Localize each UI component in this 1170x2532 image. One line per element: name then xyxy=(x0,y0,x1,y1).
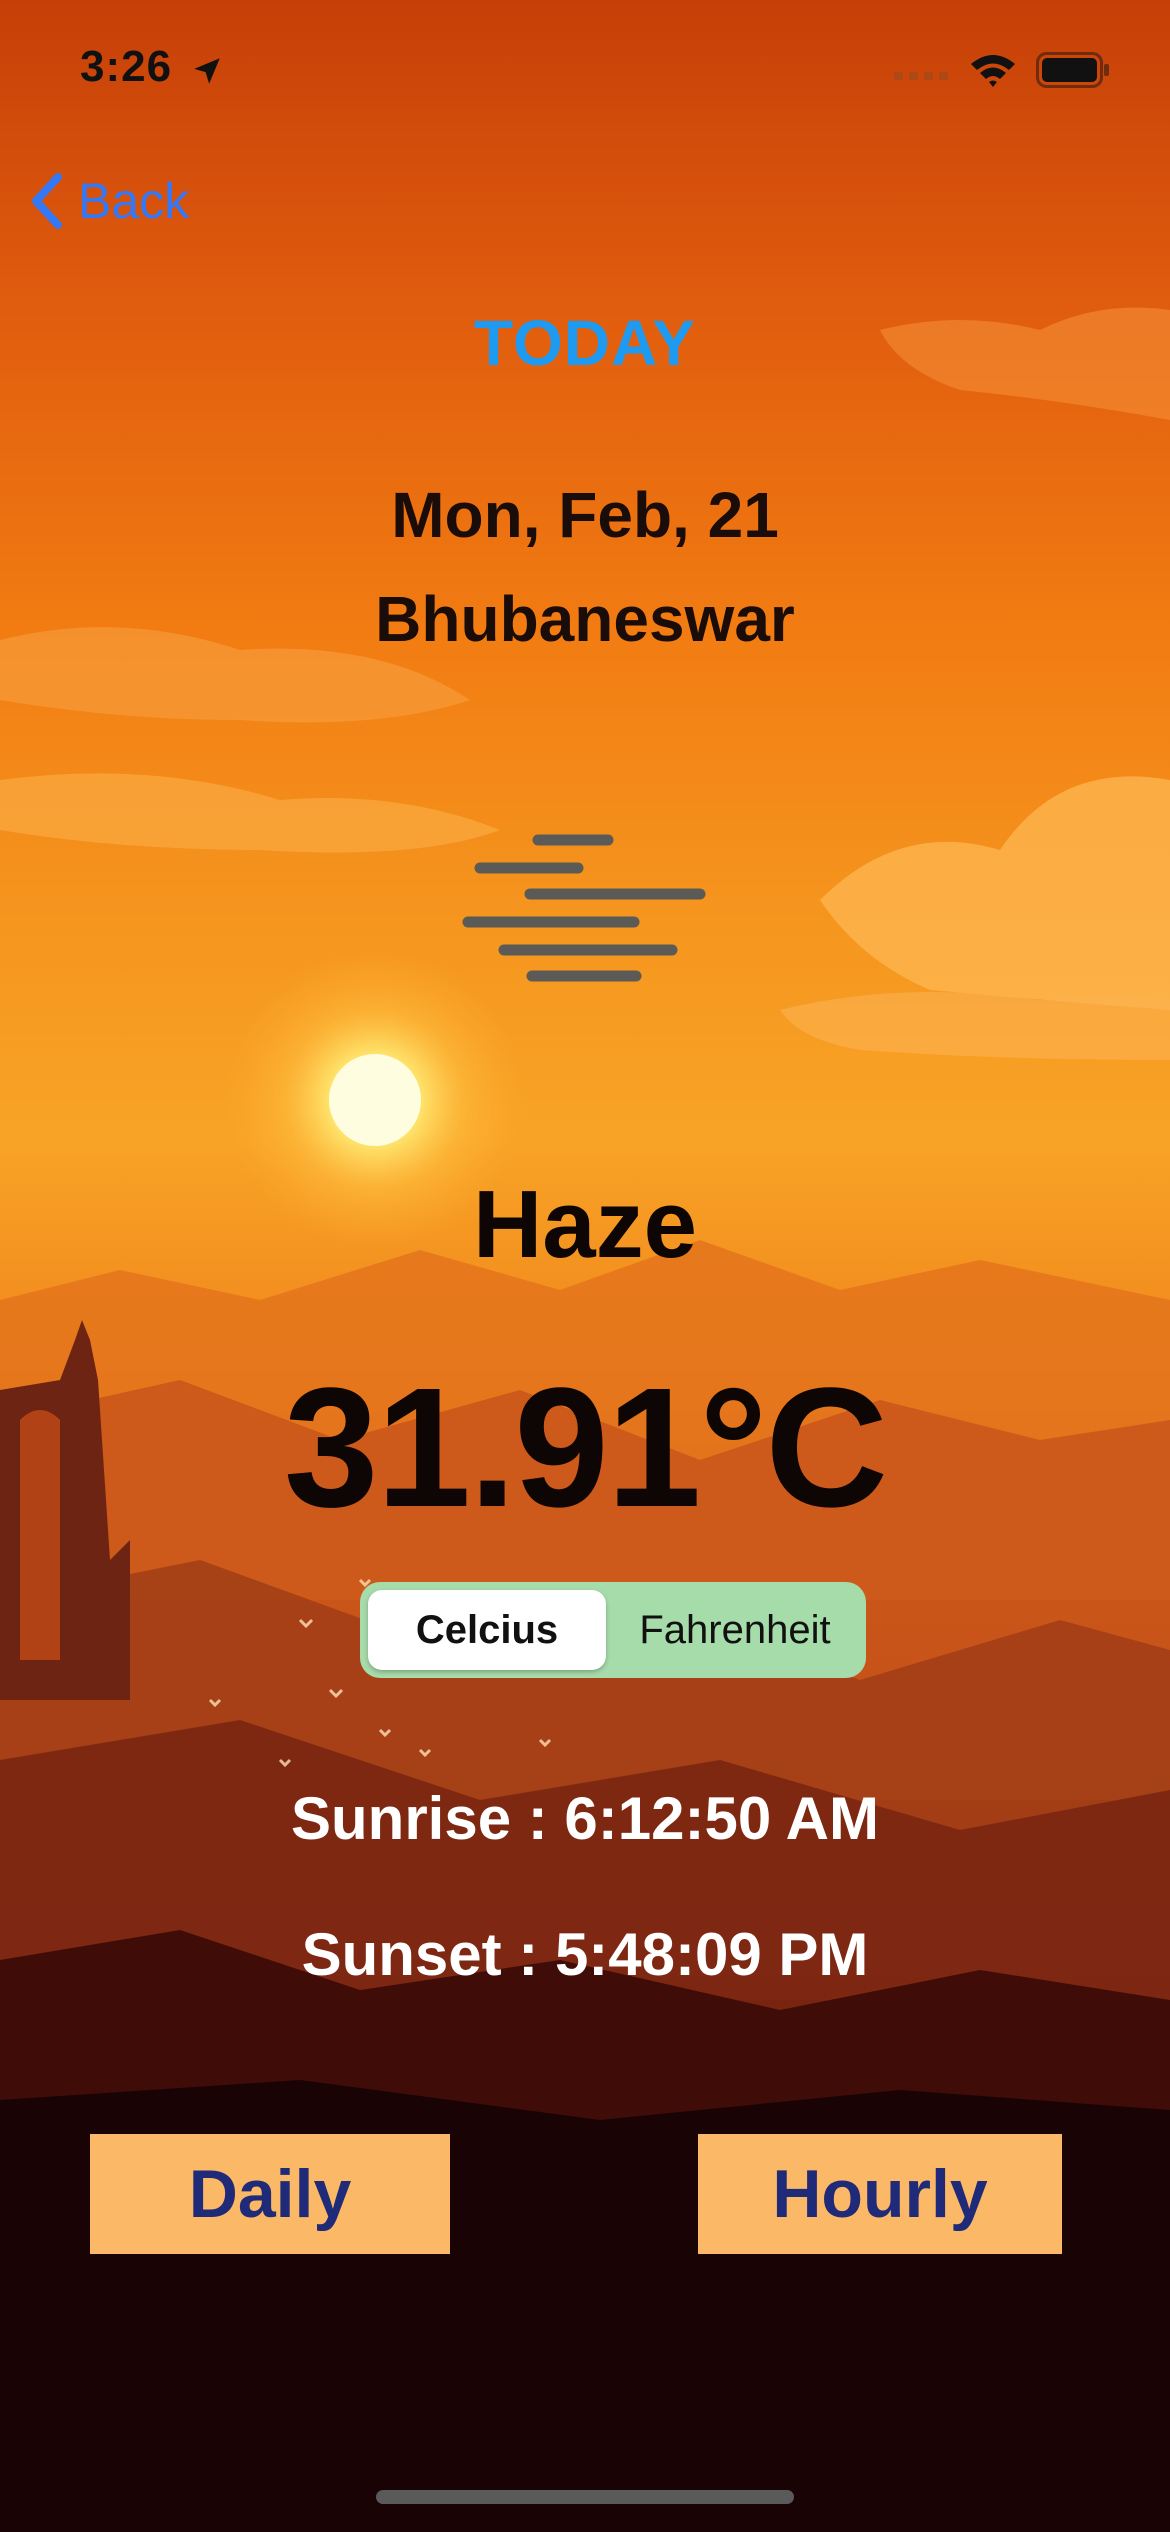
daily-button[interactable]: Daily xyxy=(90,2134,450,2254)
chevron-left-icon xyxy=(32,173,62,229)
city-label: Bhubaneswar xyxy=(375,583,795,655)
sunrise-time: Sunrise : 6:12:50 AM xyxy=(291,1785,879,1852)
haze-icon xyxy=(462,834,706,982)
unit-segmented-control: Celcius Fahrenheit xyxy=(360,1582,866,1678)
weather-condition: Haze xyxy=(472,1171,698,1278)
date-label: Mon, Feb, 21 xyxy=(391,479,779,551)
location-arrow-icon xyxy=(194,58,220,84)
sunset-time: Sunset : 5:48:09 PM xyxy=(301,1921,869,1988)
status-time: 3:26 xyxy=(80,42,173,91)
celsius-segment[interactable]: Celcius xyxy=(368,1590,606,1670)
back-button[interactable]: Back xyxy=(28,172,189,230)
weather-screen: 3:26 Back TODAY Mon, Feb, 21 Bhubaneswar xyxy=(0,0,1170,2532)
home-indicator[interactable] xyxy=(376,2490,794,2504)
cellular-signal-icon xyxy=(894,72,948,80)
wifi-icon xyxy=(971,55,1015,87)
hourly-button[interactable]: Hourly xyxy=(698,2134,1062,2254)
status-indicators xyxy=(894,52,1110,88)
fahrenheit-segment[interactable]: Fahrenheit xyxy=(612,1590,858,1670)
temperature-value: 31.91°C xyxy=(283,1353,888,1543)
battery-icon xyxy=(1036,52,1109,88)
back-label: Back xyxy=(78,173,190,229)
page-title: TODAY xyxy=(474,307,696,379)
